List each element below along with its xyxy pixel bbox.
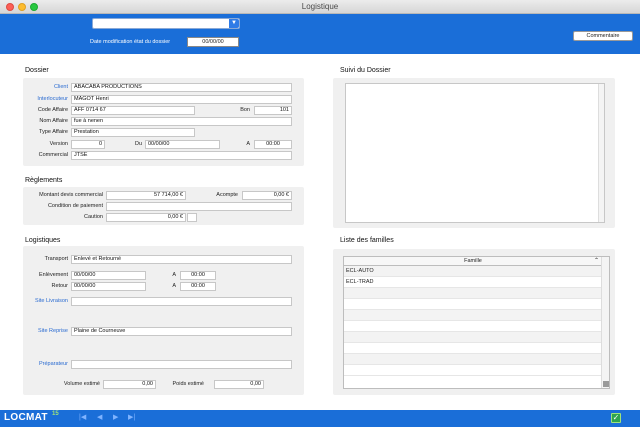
enlevement-time-field[interactable]: 00:00 [180,271,216,280]
enlevement-a-label: A [172,272,176,278]
retour-label: Retour [51,283,68,289]
enlevement-field[interactable]: 00/00/00 [71,271,146,280]
date-modification-field[interactable]: 00/00/00 [187,37,239,47]
montant-field[interactable]: 57 714,00 € [106,191,186,200]
client-label[interactable]: Client [30,84,68,90]
header-bar: ▼ Date modification état du dossier 00/0… [0,14,640,54]
window-title: Logistique [301,2,339,11]
bon-field[interactable]: 101 [254,106,292,115]
locmat-logo: LOCMAT [4,412,48,423]
transport-label: Transport [44,256,68,262]
acompte-label: Acompte [216,192,238,198]
table-row[interactable] [344,310,602,321]
next-record-icon[interactable]: ▶ [113,414,118,422]
montant-label: Montant devis commercial [39,192,103,198]
familles-scrollbar[interactable] [601,257,609,388]
logistiques-panel [23,246,304,395]
date-modification-label: Date modification état du dossier [90,39,171,45]
nom-affaire-label: Nom Affaire [39,118,68,124]
retour-a-label: A [172,283,176,289]
suivi-textarea[interactable] [345,83,605,223]
previous-record-icon[interactable]: ◀ [97,414,102,422]
poids-label: Poids estimé [172,381,205,387]
site-reprise-field[interactable]: Plaine de Courneuve [71,327,292,336]
bon-label: Bon [240,107,250,113]
type-affaire-label: Type Affaire [39,129,68,135]
table-row[interactable] [344,332,602,343]
retour-field[interactable]: 00/00/00 [71,282,146,291]
condition-field[interactable] [106,202,292,211]
retour-time-field[interactable]: 00:00 [180,282,216,291]
poids-field[interactable]: 0,00 [214,380,264,389]
du-field[interactable]: 00/00/00 [145,140,220,149]
code-affaire-field[interactable]: AFF 0714 67 [71,106,195,115]
nom-affaire-field[interactable]: fue à nenen [71,117,292,126]
table-row[interactable]: ECL-TRAD [344,277,602,288]
interlocuteur-field[interactable]: MAGOT Henri [71,95,292,104]
interlocuteur-label[interactable]: Interlocuteur [20,96,68,102]
famille-column-header[interactable]: Famille ⌃ [344,257,602,266]
condition-label: Condition de paiement [47,203,103,209]
caution-extra-field[interactable] [187,213,197,222]
du-label: Du [134,141,142,147]
preparateur-label[interactable]: Préparateur [20,361,68,367]
caution-field[interactable]: 0,00 € [106,213,186,222]
sort-caret-icon[interactable]: ⌃ [594,257,599,265]
chevron-down-icon[interactable]: ▼ [229,19,239,28]
site-reprise-label[interactable]: Site Reprise [20,328,68,334]
table-row[interactable] [344,343,602,354]
type-affaire-field[interactable]: Prestation [71,128,195,137]
preparateur-field[interactable] [71,360,292,369]
commentaire-button[interactable]: Commentaire [573,31,633,41]
last-record-icon[interactable]: ▶| [128,414,135,422]
table-row[interactable] [344,365,602,376]
table-row[interactable]: ECL-AUTO [344,266,602,277]
check-icon[interactable]: ✓ [611,413,621,423]
commercial-field[interactable]: JTSE [71,151,292,160]
dossier-section-title: Dossier [25,67,49,74]
logistiques-section-title: Logistiques [25,237,61,244]
site-livraison-label[interactable]: Site Livraison [20,298,68,304]
dossier-state-select[interactable]: ▼ [92,18,240,29]
suivi-scrollbar[interactable] [598,84,604,222]
code-affaire-label: Code Affaire [37,107,68,113]
transport-field[interactable]: Enlevé et Retourné [71,255,292,264]
site-livraison-field[interactable] [71,297,292,306]
reglements-section-title: Règlements [25,177,63,184]
scrollbar-thumb[interactable] [603,381,609,387]
caution-label: Caution [84,214,103,220]
version-field[interactable]: 0 [71,140,105,149]
famille-column-label: Famille [464,258,482,264]
footer-bar: LOCMAT 15 |◀ ◀ ▶ ▶| ✓ [0,410,640,427]
familles-table: Famille ⌃ ECL-AUTO ECL-TRAD [343,256,610,389]
client-field[interactable]: ABACABA PRODUCTIONS [71,83,292,92]
version-label: Version [49,141,68,147]
commercial-label: Commercial [38,152,68,158]
suivi-section-title: Suivi du Dossier [340,67,391,74]
table-row[interactable] [344,299,602,310]
volume-label: Volume estimé [63,381,100,387]
familles-rows: ECL-AUTO ECL-TRAD [344,266,602,376]
table-row[interactable] [344,288,602,299]
enlevement-label: Enlèvement [38,272,68,278]
version-badge: 15 [52,411,59,417]
familles-section-title: Liste des familles [340,237,394,244]
a-label: A [246,141,250,147]
window-titlebar: Logistique [0,0,640,14]
table-row[interactable] [344,321,602,332]
volume-field[interactable]: 0,00 [103,380,156,389]
first-record-icon[interactable]: |◀ [79,414,86,422]
table-row[interactable] [344,354,602,365]
acompte-field[interactable]: 0,00 € [242,191,292,200]
a-time-field[interactable]: 00:00 [254,140,292,149]
